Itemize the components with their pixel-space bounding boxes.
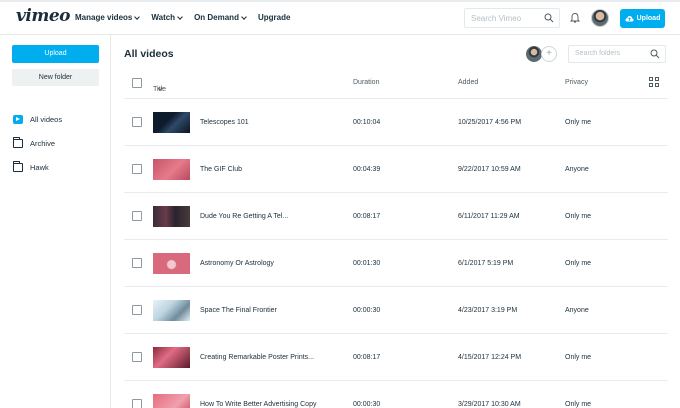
- video-privacy[interactable]: Anyone: [565, 166, 589, 173]
- video-duration: 00:10:04: [353, 119, 381, 126]
- chevron-down-icon: [241, 13, 247, 20]
- folder-icon: [13, 137, 23, 148]
- sidebar-item-hawk[interactable]: Hawk: [13, 161, 49, 172]
- sidebar-item-all-videos[interactable]: All videos: [13, 115, 62, 124]
- video-title[interactable]: Telescopes 101: [200, 119, 249, 126]
- video-title[interactable]: How To Write Better Advertising Copy: [200, 401, 316, 408]
- row-checkbox[interactable]: [132, 305, 142, 315]
- video-added: 3/29/2017 10:30 AM: [458, 401, 521, 408]
- video-duration: 00:01:30: [353, 260, 381, 267]
- video-added: 10/25/2017 4:56 PM: [458, 119, 522, 126]
- video-duration: 00:08:17: [353, 354, 381, 361]
- select-all-checkbox[interactable]: [132, 78, 142, 88]
- column-privacy[interactable]: Privacy: [565, 79, 588, 86]
- table-row[interactable]: Space The Final Frontier 00:00:30 4/23/2…: [124, 286, 668, 333]
- video-privacy[interactable]: Only me: [565, 260, 591, 267]
- video-privacy[interactable]: Only me: [565, 354, 591, 361]
- video-title[interactable]: Dude You Re Getting A Tel...: [200, 213, 288, 220]
- sidebar-item-label: Hawk: [30, 163, 49, 172]
- video-added: 4/23/2017 3:19 PM: [458, 307, 518, 314]
- nav-manage-videos[interactable]: Manage videos: [75, 13, 141, 22]
- chevron-down-icon: [177, 13, 183, 20]
- row-checkbox[interactable]: [132, 399, 142, 408]
- table-row[interactable]: Dude You Re Getting A Tel... 00:08:17 6/…: [124, 192, 668, 239]
- video-privacy[interactable]: Anyone: [565, 307, 589, 314]
- folder-icon: [13, 161, 23, 172]
- table-row[interactable]: Astronomy Or Astrology 00:01:30 6/1/2017…: [124, 239, 668, 286]
- sidebar: Upload New folder All videos Archive Haw…: [0, 35, 111, 408]
- nav-on-demand[interactable]: On Demand: [194, 13, 247, 22]
- nav-item-label: Manage videos: [75, 13, 133, 22]
- grid-view-icon[interactable]: [649, 77, 659, 87]
- table-row[interactable]: The GIF Club 00:04:39 9/22/2017 10:59 AM…: [124, 145, 668, 192]
- vimeo-logo[interactable]: vimeo: [16, 6, 70, 26]
- row-checkbox[interactable]: [132, 164, 142, 174]
- nav-item-label: On Demand: [194, 13, 239, 22]
- upload-button[interactable]: Upload: [620, 9, 665, 28]
- search-input[interactable]: Search Vimeo: [464, 8, 560, 28]
- table-row[interactable]: Creating Remarkable Poster Prints... 00:…: [124, 333, 668, 380]
- sidebar-item-archive[interactable]: Archive: [13, 137, 56, 148]
- row-checkbox[interactable]: [132, 352, 142, 362]
- page-title: All videos: [124, 48, 174, 60]
- sidebar-item-label: All videos: [30, 115, 63, 124]
- add-collaborator-button[interactable]: +: [541, 46, 557, 62]
- video-thumbnail[interactable]: [153, 300, 190, 321]
- video-thumbnail[interactable]: [153, 394, 190, 408]
- video-duration: 00:08:17: [353, 213, 381, 220]
- video-thumbnail[interactable]: [153, 347, 190, 368]
- video-added: 6/1/2017 5:19 PM: [458, 260, 514, 267]
- video-thumbnail[interactable]: [153, 159, 190, 180]
- video-thumbnail[interactable]: [153, 206, 190, 227]
- video-title[interactable]: Space The Final Frontier: [200, 307, 277, 314]
- video-thumbnail[interactable]: [153, 253, 190, 274]
- video-title[interactable]: The GIF Club: [200, 166, 242, 173]
- avatar[interactable]: [591, 9, 609, 27]
- chevron-down-icon: [134, 13, 141, 20]
- video-added: 6/11/2017 11:29 AM: [458, 213, 520, 220]
- search-placeholder: Search Vimeo: [471, 14, 522, 23]
- row-checkbox[interactable]: [132, 211, 142, 221]
- row-checkbox[interactable]: [132, 258, 142, 268]
- video-duration: 00:04:39: [353, 166, 381, 173]
- cloud-upload-icon: [625, 16, 634, 22]
- video-added: 9/22/2017 10:59 AM: [458, 166, 521, 173]
- video-privacy[interactable]: Only me: [565, 213, 591, 220]
- collaborator-avatar[interactable]: [526, 46, 542, 62]
- nav-item-label: Upgrade: [257, 13, 291, 22]
- column-duration[interactable]: Duration: [353, 79, 379, 86]
- sidebar-upload-button[interactable]: Upload: [12, 45, 99, 63]
- upload-label: Upload: [636, 15, 661, 22]
- video-duration: 00:00:30: [353, 307, 381, 314]
- table-header: Title Duration Added Privacy: [124, 72, 668, 94]
- video-privacy[interactable]: Only me: [565, 401, 591, 408]
- video-thumbnail[interactable]: [153, 112, 190, 133]
- sidebar-item-label: Archive: [30, 139, 56, 148]
- all-videos-icon: [13, 115, 23, 124]
- top-nav: vimeo Manage videos Watch On Demand Upgr…: [0, 2, 680, 34]
- new-folder-button[interactable]: New folder: [12, 69, 99, 86]
- table-row[interactable]: How To Write Better Advertising Copy 00:…: [124, 380, 668, 408]
- bell-icon[interactable]: [570, 12, 580, 23]
- video-added: 4/15/2017 12:24 PM: [458, 354, 522, 361]
- video-privacy[interactable]: Only me: [565, 119, 591, 126]
- video-duration: 00:00:30: [353, 401, 381, 408]
- folder-search-placeholder: Search folders: [575, 50, 621, 57]
- video-title[interactable]: Astronomy Or Astrology: [200, 260, 274, 267]
- search-icon[interactable]: [544, 13, 554, 23]
- folder-search-input[interactable]: Search folders: [568, 45, 666, 63]
- nav-upgrade[interactable]: Upgrade: [258, 13, 290, 22]
- video-title[interactable]: Creating Remarkable Poster Prints...: [200, 354, 314, 361]
- nav-item-label: Watch: [151, 13, 176, 22]
- column-added[interactable]: Added: [458, 79, 478, 86]
- nav-menu: Manage videos Watch On Demand Upgrade: [75, 13, 302, 22]
- nav-watch[interactable]: Watch: [151, 13, 183, 22]
- row-checkbox[interactable]: [132, 117, 142, 127]
- search-icon[interactable]: [650, 49, 660, 59]
- table-row[interactable]: Telescopes 101 00:10:04 10/25/2017 4:56 …: [124, 98, 668, 145]
